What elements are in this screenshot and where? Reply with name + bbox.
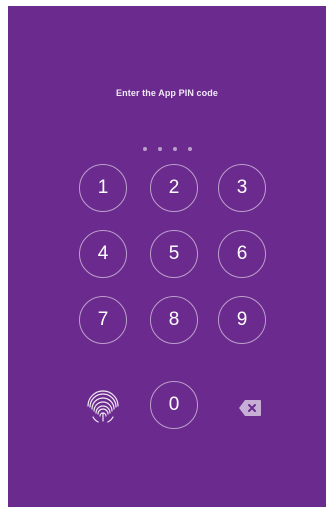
keypad-key-0[interactable]: 0 [150,381,198,429]
keypad-key-8[interactable]: 8 [150,296,198,344]
backspace-icon [239,400,261,416]
pin-entry-screen: Enter the App PIN code 1 2 3 4 5 6 7 8 9 [8,6,326,507]
fingerprint-button[interactable] [84,387,122,425]
keypad-key-7[interactable]: 7 [79,296,127,344]
pin-dot-4 [187,147,192,151]
keypad-key-6[interactable]: 6 [218,230,266,278]
keypad-key-1[interactable]: 1 [79,164,127,212]
backspace-button[interactable] [238,399,262,417]
fingerprint-icon [87,390,119,423]
pin-indicator [8,147,326,151]
keypad-key-5[interactable]: 5 [150,230,198,278]
keypad-key-9[interactable]: 9 [218,296,266,344]
keypad-key-2[interactable]: 2 [150,164,198,212]
keypad-key-3[interactable]: 3 [218,164,266,212]
pin-dot-1 [142,147,147,151]
keypad-key-4[interactable]: 4 [79,230,127,278]
pin-dot-3 [172,147,177,151]
pin-dot-2 [157,147,162,151]
pin-title: Enter the App PIN code [116,88,218,98]
